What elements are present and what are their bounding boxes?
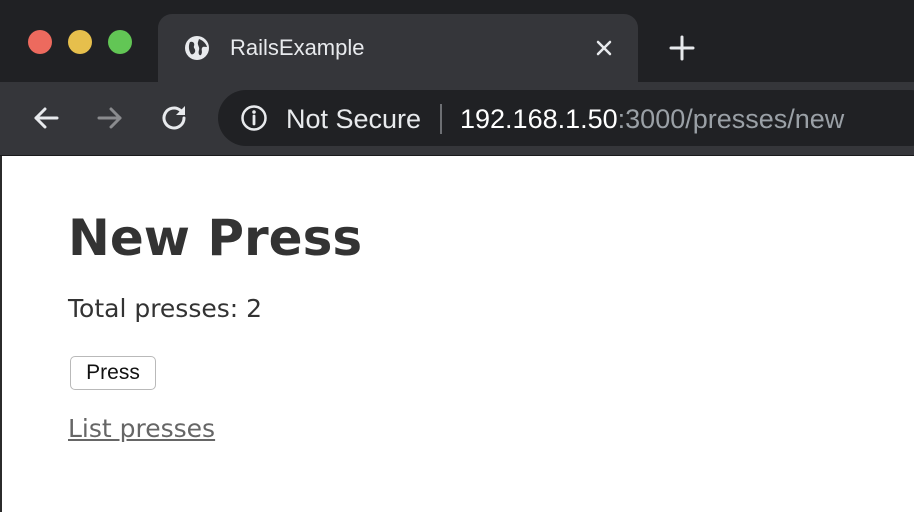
page-content: New Press Total presses: 2 Press List pr… [0,156,914,512]
browser-window: RailsExample Not Secure 192.168.1.50:300… [0,0,914,512]
page-title: New Press [68,209,363,267]
globe-icon [185,36,209,60]
close-icon[interactable] [590,34,618,62]
url-host: 192.168.1.50 [460,104,618,134]
url-text[interactable]: 192.168.1.50:3000/presses/new [460,104,844,134]
tab-railsexample[interactable]: RailsExample [158,14,638,82]
window-minimize-button[interactable] [68,30,92,54]
arrow-left-icon[interactable] [30,102,62,134]
list-presses-link[interactable]: List presses [68,414,215,444]
security-status[interactable]: Not Secure [286,104,421,134]
tab-strip: RailsExample [0,0,914,82]
url-path: :3000/presses/new [617,104,845,134]
window-close-button[interactable] [28,30,52,54]
press-button[interactable]: Press [70,356,156,390]
reload-icon[interactable] [158,102,190,134]
arrow-right-icon[interactable] [94,102,126,134]
address-divider [440,104,442,134]
total-presses-text: Total presses: 2 [68,294,263,323]
plus-icon[interactable] [666,32,698,64]
browser-toolbar: Not Secure 192.168.1.50:3000/presses/new [0,82,914,155]
tab-title: RailsExample [230,35,365,60]
window-maximize-button[interactable] [108,30,132,54]
address-bar[interactable]: Not Secure 192.168.1.50:3000/presses/new [218,90,914,146]
info-circle-icon[interactable] [240,104,268,132]
